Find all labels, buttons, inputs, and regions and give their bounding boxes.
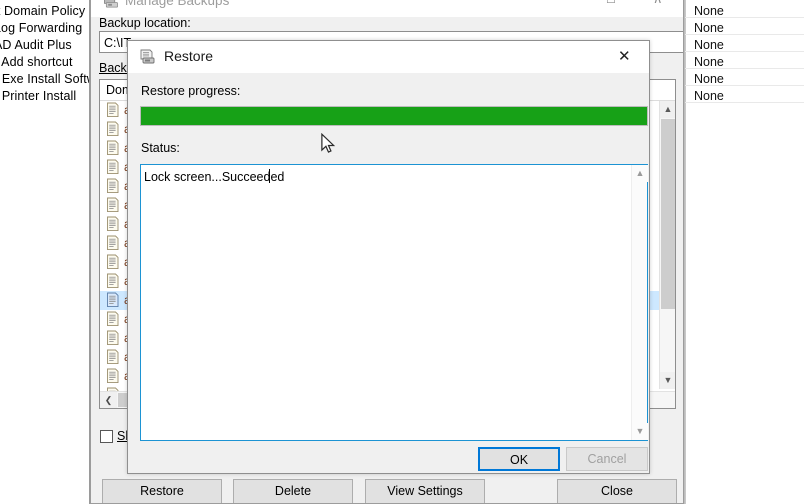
document-icon <box>107 178 119 194</box>
status-scroll-up-icon[interactable]: ▲ <box>632 165 648 182</box>
document-icon <box>107 330 119 346</box>
view-settings-button[interactable]: View Settings <box>365 479 485 503</box>
row-separator <box>685 85 804 86</box>
document-icon <box>107 102 119 118</box>
chevron-up-icon: ∧ <box>653 0 663 7</box>
none-cell-5: None <box>694 89 724 103</box>
row-separator <box>685 34 804 35</box>
document-icon <box>107 121 119 137</box>
document-icon <box>107 292 119 308</box>
restore-progress-label: Restore progress: <box>141 84 241 98</box>
restore-dialog-titlebar[interactable]: Restore ✕ <box>128 41 649 73</box>
none-cell-3: None <box>694 55 724 69</box>
maximize-button[interactable]: ☐ <box>589 0 635 15</box>
screenshot-root: lt Domain Policy Log Forwarding AD Audit… <box>0 0 804 504</box>
status-label: Status: <box>141 141 180 155</box>
document-icon <box>107 254 119 270</box>
minimize-chevron-button[interactable]: ∧ <box>637 0 683 15</box>
status-scroll-down-icon[interactable]: ▼ <box>632 423 648 440</box>
none-cell-1: None <box>694 21 724 35</box>
row-separator <box>685 51 804 52</box>
document-icon <box>107 216 119 232</box>
document-icon <box>107 197 119 213</box>
status-textarea[interactable]: Lock screen...Succeeded ▲ ▼ <box>140 164 648 441</box>
document-icon <box>107 140 119 156</box>
status-scrollbar[interactable]: ▲ ▼ <box>631 165 648 440</box>
scroll-down-icon[interactable]: ▼ <box>660 372 675 389</box>
delete-button[interactable]: Delete <box>233 479 353 503</box>
close-icon: ✕ <box>618 48 631 65</box>
ok-button[interactable]: OK <box>478 447 560 471</box>
document-icon <box>107 273 119 289</box>
row-separator <box>685 68 804 69</box>
row-separator <box>685 102 804 103</box>
restore-progress-fill <box>141 107 647 125</box>
cancel-button: Cancel <box>566 447 648 471</box>
none-value-column: None None None None None None <box>684 0 804 504</box>
document-icon <box>107 159 119 175</box>
document-icon <box>107 235 119 251</box>
tree-item-2[interactable]: AD Audit Plus <box>0 38 72 52</box>
backup-icon <box>104 0 118 8</box>
document-icon <box>107 349 119 365</box>
none-cell-0: None <box>694 4 724 18</box>
scroll-left-icon[interactable]: ❮ <box>100 392 117 408</box>
backup-location-label: Backup location: <box>99 16 191 30</box>
tree-item-4[interactable]: - Exe Install Softwa <box>0 72 89 86</box>
tree-item-1[interactable]: Log Forwarding <box>0 21 82 35</box>
status-message: Lock screen...Succeeded <box>144 170 285 184</box>
show-checkbox[interactable] <box>100 430 113 443</box>
left-tree-pane: lt Domain Policy Log Forwarding AD Audit… <box>0 0 90 504</box>
document-icon <box>107 311 119 327</box>
none-cell-2: None <box>694 38 724 52</box>
restore-icon <box>140 49 155 64</box>
document-icon <box>107 368 119 384</box>
restore-button[interactable]: Restore <box>102 479 222 503</box>
restore-dialog-title: Restore <box>164 48 214 64</box>
tree-item-0[interactable]: lt Domain Policy <box>0 4 85 18</box>
scroll-up-icon[interactable]: ▲ <box>660 101 675 118</box>
text-caret <box>269 169 270 183</box>
none-cell-4: None <box>694 72 724 86</box>
column-divider <box>685 0 686 504</box>
restore-dialog-close-button[interactable]: ✕ <box>603 41 649 72</box>
mouse-cursor <box>321 133 336 153</box>
restore-progress-bar <box>140 106 648 126</box>
maximize-icon: ☐ <box>606 0 616 6</box>
manage-backups-title: Manage Backups <box>125 0 230 8</box>
scrollbar-thumb[interactable] <box>661 119 675 309</box>
close-button[interactable]: Close <box>557 479 677 503</box>
row-separator <box>685 17 804 18</box>
tree-item-3[interactable]: - Add shortcut <box>0 55 73 69</box>
backups-list-vertical-scrollbar[interactable]: ▲ ▼ <box>659 101 675 389</box>
manage-backups-titlebar[interactable]: Manage Backups ☐ ∧ <box>91 0 683 17</box>
tree-item-5[interactable]: - Printer Install <box>0 89 76 103</box>
restore-dialog: Restore ✕ Restore progress: Status: Lock… <box>127 40 650 474</box>
